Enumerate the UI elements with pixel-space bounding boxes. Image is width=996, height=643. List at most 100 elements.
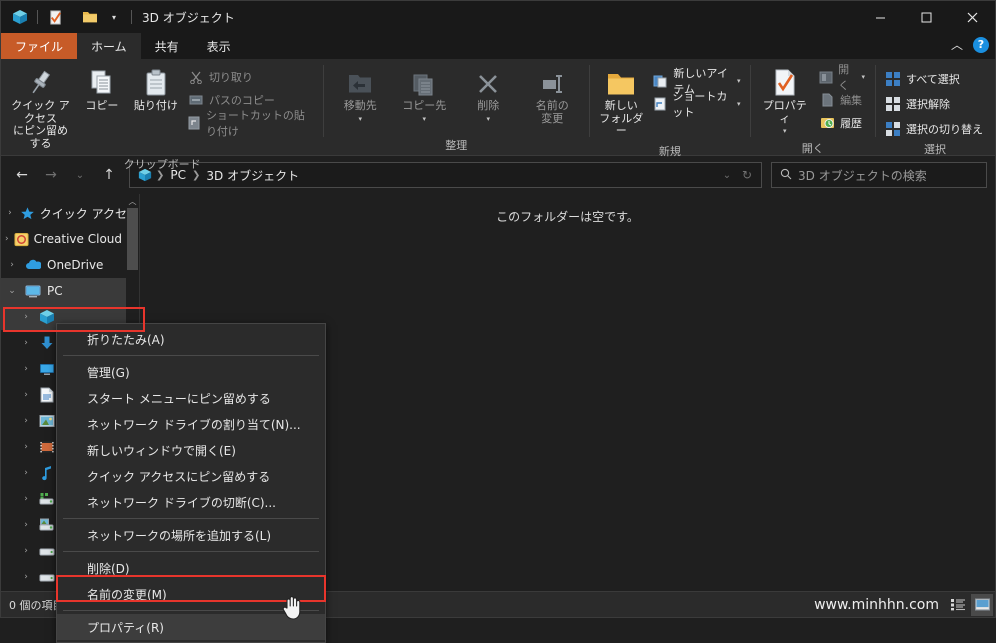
- chevron-right-icon[interactable]: ›: [19, 312, 33, 322]
- pin-to-quick-access-button[interactable]: クイック アクセス にピン留めする: [7, 63, 74, 154]
- select-none-label: 選択解除: [906, 98, 950, 111]
- new-folder-icon[interactable]: [79, 6, 101, 28]
- properties-icon[interactable]: [44, 6, 66, 28]
- paste-label: 貼り付け: [133, 99, 178, 112]
- close-button[interactable]: [949, 1, 995, 33]
- invert-selection-button[interactable]: 選択の切り替え: [881, 119, 987, 139]
- context-menu-item-collapse[interactable]: 折りたたみ(A): [57, 326, 325, 352]
- search-input[interactable]: 3D オブジェクトの検索: [798, 167, 927, 184]
- context-menu-separator-3: [63, 551, 319, 552]
- new-item-caret-icon[interactable]: ▾: [737, 77, 741, 85]
- shortcut-caret-icon[interactable]: ▾: [737, 100, 741, 108]
- cut-button[interactable]: 切り取り: [184, 67, 317, 87]
- chevron-right-icon[interactable]: ›: [19, 416, 33, 426]
- paste-button[interactable]: 貼り付け: [130, 63, 182, 116]
- context-menu-item-map-network-drive[interactable]: ネットワーク ドライブの割り当て(N)...: [57, 411, 325, 437]
- tab-file[interactable]: ファイル: [1, 33, 78, 59]
- search-box[interactable]: 3D オブジェクトの検索: [771, 162, 987, 188]
- paste-icon: [143, 66, 169, 98]
- select-all-button[interactable]: すべて選択: [881, 69, 987, 89]
- chevron-right-icon[interactable]: ›: [19, 338, 33, 348]
- scrollbar-thumb[interactable]: [127, 208, 138, 270]
- clipboard-small-commands: 切り取り パスのコピー ショートカットの貼り付け: [184, 63, 317, 138]
- ribbon-group-new: 新しい フォルダー 新しいアイテム ▾ ショートカット ▾ 新規: [589, 59, 750, 158]
- select-none-button[interactable]: 選択解除: [881, 94, 987, 114]
- nav-item-onedrive[interactable]: › OneDrive: [1, 252, 139, 278]
- chevron-right-icon[interactable]: ›: [19, 520, 33, 530]
- ribbon-tab-actions: ︿ ?: [951, 36, 989, 53]
- select-all-label: すべて選択: [906, 73, 960, 86]
- nav-item-pc[interactable]: ⌄ PC: [1, 278, 139, 304]
- properties-button[interactable]: プロパティ ▾: [756, 63, 813, 138]
- nav-item-creative-cloud[interactable]: › Creative Cloud File: [1, 226, 139, 252]
- ribbon-group-label-clipboard: クリップボード: [123, 157, 201, 171]
- maximize-button[interactable]: [903, 1, 949, 33]
- open-button[interactable]: 開く ▾: [815, 63, 869, 92]
- context-menu-item-delete[interactable]: 削除(D): [57, 555, 325, 581]
- search-icon: [780, 168, 792, 183]
- context-menu-item-disconnect-network-drive[interactable]: ネットワーク ドライブの切断(C)...: [57, 489, 325, 515]
- copy-to-button[interactable]: コピー先 ▾: [393, 63, 455, 126]
- invert-selection-icon: [885, 121, 901, 137]
- tab-home[interactable]: ホーム: [77, 33, 141, 59]
- details-view-button[interactable]: [947, 594, 969, 616]
- nav-item-quick-access[interactable]: › クイック アクセス: [1, 200, 139, 226]
- chevron-right-icon[interactable]: ›: [19, 442, 33, 452]
- chevron-right-icon[interactable]: ›: [19, 468, 33, 478]
- paste-shortcut-label: ショートカットの貼り付け: [205, 109, 305, 138]
- minimize-button[interactable]: [857, 1, 903, 33]
- shortcut-label: ショートカット: [672, 90, 728, 119]
- move-to-caret-icon[interactable]: ▾: [358, 115, 362, 123]
- context-menu-item-add-network-location[interactable]: ネットワークの場所を追加する(L): [57, 522, 325, 548]
- collapse-ribbon-icon[interactable]: ︿: [951, 36, 963, 53]
- chevron-right-icon[interactable]: ›: [5, 234, 9, 244]
- help-icon[interactable]: ?: [973, 36, 989, 53]
- chevron-right-icon[interactable]: ›: [5, 208, 15, 218]
- chevron-right-icon[interactable]: ›: [19, 390, 33, 400]
- properties-caret-icon[interactable]: ▾: [783, 127, 787, 135]
- chevron-right-icon[interactable]: ›: [19, 546, 33, 556]
- star-icon: [20, 204, 35, 222]
- open-icon: [819, 69, 833, 85]
- window-title: 3D オブジェクト: [142, 10, 235, 25]
- chevron-right-icon[interactable]: ›: [5, 260, 19, 270]
- scroll-up-icon[interactable]: ︿: [126, 194, 139, 208]
- ribbon-group-label-new: 新規: [658, 144, 681, 158]
- delete-button[interactable]: 削除 ▾: [457, 63, 519, 126]
- context-menu-item-pin-to-start[interactable]: スタート メニューにピン留めする: [57, 385, 325, 411]
- paste-shortcut-button[interactable]: ショートカットの貼り付け: [184, 109, 317, 138]
- chevron-right-icon[interactable]: ›: [19, 572, 33, 582]
- refresh-button[interactable]: ↻: [737, 162, 757, 188]
- move-to-button[interactable]: 移動先 ▾: [329, 63, 391, 126]
- creative-cloud-icon: [14, 230, 29, 248]
- chevron-right-icon[interactable]: ›: [19, 364, 33, 374]
- tab-view[interactable]: 表示: [193, 33, 245, 59]
- copy-to-caret-icon[interactable]: ▾: [422, 115, 426, 123]
- shortcut-button[interactable]: ショートカット ▾: [649, 90, 744, 119]
- rename-icon: [537, 66, 567, 98]
- context-menu-item-open-new-window[interactable]: 新しいウィンドウで開く(E): [57, 437, 325, 463]
- select-small-commands: すべて選択 選択解除 選択の切り替え: [881, 63, 987, 139]
- open-caret-icon[interactable]: ▾: [861, 73, 865, 81]
- tab-share[interactable]: 共有: [141, 33, 193, 59]
- delete-caret-icon[interactable]: ▾: [486, 115, 490, 123]
- chevron-right-icon[interactable]: ›: [19, 494, 33, 504]
- new-folder-button[interactable]: 新しい フォルダー: [595, 63, 647, 141]
- edit-button[interactable]: 編集: [815, 90, 869, 110]
- copy-label: コピー: [85, 99, 119, 112]
- quick-access-toolbar: ▾: [1, 6, 136, 28]
- documents-icon: [38, 386, 56, 404]
- chevron-down-icon[interactable]: ⌄: [5, 286, 19, 296]
- rename-button[interactable]: 名前の 変更: [521, 63, 583, 128]
- history-button[interactable]: 履歴: [815, 113, 869, 133]
- customize-qat-icon[interactable]: ▾: [103, 6, 125, 28]
- context-menu-item-pin-to-quick-access[interactable]: クイック アクセスにピン留めする: [57, 463, 325, 489]
- copy-to-icon: [409, 66, 439, 98]
- copy-to-label: コピー先: [402, 99, 447, 112]
- large-icons-view-button[interactable]: [971, 593, 993, 616]
- copy-path-label: パスのコピー: [208, 94, 275, 107]
- breadcrumb-dropdown-icon[interactable]: ⌄: [717, 162, 737, 188]
- pc-icon: [24, 282, 42, 300]
- context-menu-item-manage[interactable]: 管理(G): [57, 359, 325, 385]
- copy-button[interactable]: コピー: [76, 63, 128, 116]
